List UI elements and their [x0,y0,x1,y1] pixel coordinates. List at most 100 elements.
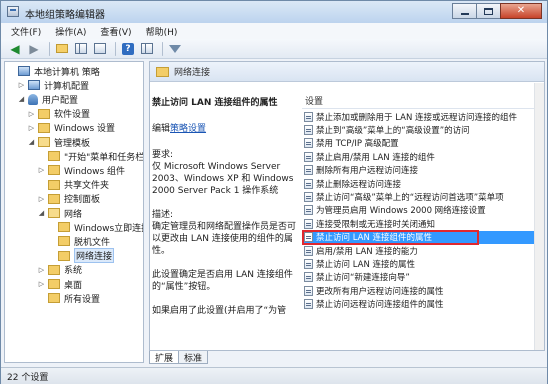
maximize-button[interactable] [476,3,501,19]
setting-row[interactable]: 禁止添加或删除用于 LAN 连接或远程访问连接的组件 [302,110,542,123]
setting-label: 禁用 TCP/IP 高级配置 [316,139,399,150]
vertical-scrollbar[interactable] [534,83,544,350]
settings-column-header[interactable]: 设置 [302,93,542,109]
policy-setting-icon [304,285,313,296]
tree-item[interactable]: ▷ 系统 [37,263,82,277]
toolbar-separator [49,41,50,56]
expand-toggle-icon[interactable]: ◢ [17,95,26,103]
tree-item[interactable]: ◢ 管理模板 [27,135,90,149]
tab-extended[interactable]: 扩展 [149,351,180,364]
tree-item[interactable]: 所有设置 [37,291,100,305]
menu-action[interactable]: 操作(A) [48,25,93,38]
policy-editor-icon [7,6,19,17]
tree-item[interactable]: Windows立即连接 [47,220,144,234]
setting-label: 禁止删除远程访问连接 [316,179,402,190]
up-level-button[interactable] [54,41,70,57]
tree-item[interactable]: "开始"菜单和任务栏 [37,149,143,163]
policy-setting-icon [304,218,313,229]
view-tabs: 扩展 标准 [149,351,209,365]
close-button[interactable]: ✕ [500,3,542,19]
details-header: 网络连接 [150,62,544,82]
tree-item[interactable]: 网络连接 [47,248,115,264]
expand-toggle-icon[interactable]: ▷ [27,124,36,132]
tree-item-label: Windows 组件 [64,166,126,177]
tree-item-label: 所有设置 [64,294,101,305]
setting-row[interactable]: 禁用 TCP/IP 高级配置 [302,137,542,150]
tab-standard[interactable]: 标准 [178,351,209,364]
folder-icon [58,222,70,233]
edit-policy-link[interactable]: 策略设置 [170,124,206,134]
expand-toggle-icon[interactable]: ▷ [37,195,46,203]
minimize-button[interactable] [452,3,477,19]
setting-row[interactable]: 禁止访问 LAN 连接的属性 [302,257,542,270]
setting-row[interactable]: 禁止访问远程访问连接组件的属性 [302,298,542,311]
expand-toggle-icon[interactable]: ▷ [17,81,26,89]
toolbar-separator [162,41,163,56]
tree-item[interactable]: ▷ 桌面 [37,277,82,291]
description-text-3: 如果启用了此设置(并启用了“为管 [152,306,287,316]
tree-item-label: 软件设置 [54,110,91,121]
tree-item-label: Windows立即连接 [74,223,144,234]
tree-item[interactable]: ▷ Windows 组件 [37,163,125,177]
setting-row[interactable]: 启用/禁用 LAN 连接的能力 [302,244,542,257]
setting-row[interactable]: 禁止访问“高级”菜单上的“远程访问首选项”菜单项 [302,190,542,203]
expand-toggle-icon[interactable]: ▷ [37,266,46,274]
back-button[interactable]: ◀ [7,41,23,57]
show-hide-tree-button[interactable] [73,41,89,57]
setting-label: 删除所有用户远程访问连接 [316,166,419,177]
setting-row[interactable]: 更改所有用户远程访问连接的属性 [302,284,542,297]
tree-item[interactable]: ▷ 软件设置 [27,107,90,121]
expand-toggle-icon[interactable]: ▷ [37,280,46,288]
console-tree[interactable]: 本地计算机 策略 ▷ 计算机配置 ◢ 用户配置 ▷ 软件设置 ▷ Windows 设置 ◢ 管理模板… [4,61,144,363]
setting-label: 连接受限制或无连接时关闭通知 [316,219,436,230]
forward-button[interactable]: ▶ [26,41,42,57]
policy-setting-icon [304,151,313,162]
menu-file[interactable]: 文件(F) [1,25,48,38]
filter-icon [169,44,181,53]
setting-row[interactable]: 删除所有用户远程访问连接 [302,164,542,177]
tree-item[interactable]: ▷ Windows 设置 [27,121,115,135]
policy-setting-icon [304,178,313,189]
setting-row[interactable]: 连接受限制或无连接时关闭通知 [302,217,542,230]
status-text: 22 个设置 [7,372,49,383]
setting-row[interactable]: 为管理员启用 Windows 2000 网络连接设置 [302,204,542,217]
tree-item[interactable]: 共享文件夹 [37,178,109,192]
filter-button[interactable] [167,41,183,57]
menu-view[interactable]: 查看(V) [93,25,138,38]
expand-toggle-icon[interactable]: ▷ [37,166,46,174]
tree-item[interactable]: ◢ 网络 [37,206,82,220]
expand-toggle-icon[interactable]: ▷ [27,110,36,118]
tree-item-label: 共享文件夹 [64,181,110,192]
folder-icon [156,66,169,77]
properties-button[interactable] [139,41,155,57]
policy-setting-icon [304,138,313,149]
expand-toggle-icon[interactable]: ◢ [37,209,46,217]
description-text: 确定管理员和网络配置操作员是否可以更改由 LAN 连接使用的组件的属性。 [152,222,297,256]
setting-label: 禁止访问远程访问连接组件的属性 [316,300,444,311]
export-list-button[interactable] [92,41,108,57]
tree-item[interactable]: 脱机文件 [47,234,110,248]
folder-icon [48,264,60,275]
setting-row[interactable]: 禁止访问“新建连接向导” [302,271,542,284]
tree-item[interactable]: ◢ 用户配置 [17,92,78,106]
app-window: 本地组策略编辑器 ✕ 文件(F) 操作(A) 查看(V) 帮助(H) ◀ ▶ ?… [0,0,548,384]
tree-item[interactable]: ▷ 计算机配置 [17,78,89,92]
setting-label: 禁止添加或删除用于 LAN 连接或远程访问连接的组件 [316,112,518,123]
expand-toggle-icon[interactable]: ◢ [27,138,36,146]
setting-row[interactable]: 禁止启用/禁用 LAN 连接的组件 [302,150,542,163]
folder-icon [48,293,60,304]
tree-item-label: 管理模板 [54,138,91,149]
policy-setting-icon [304,124,313,135]
policy-setting-icon [304,165,313,176]
setting-row[interactable]: 禁止到“高级”菜单上的“高级设置”的访问 [302,123,542,136]
console-tree-icon [75,43,87,54]
tree-item[interactable]: ▷ 控制面板 [37,192,100,206]
tree-item-label: 网络连接 [74,248,115,264]
setting-row[interactable]: 禁止删除远程访问连接 [302,177,542,190]
tree-item[interactable]: 本地计算机 策略 [7,64,100,78]
close-icon: ✕ [516,5,526,16]
help-button[interactable]: ? [120,41,136,57]
menu-help[interactable]: 帮助(H) [139,25,185,38]
setting-label: 启用/禁用 LAN 连接的能力 [316,246,418,257]
setting-label: 禁止访问“新建连接向导” [316,273,410,284]
